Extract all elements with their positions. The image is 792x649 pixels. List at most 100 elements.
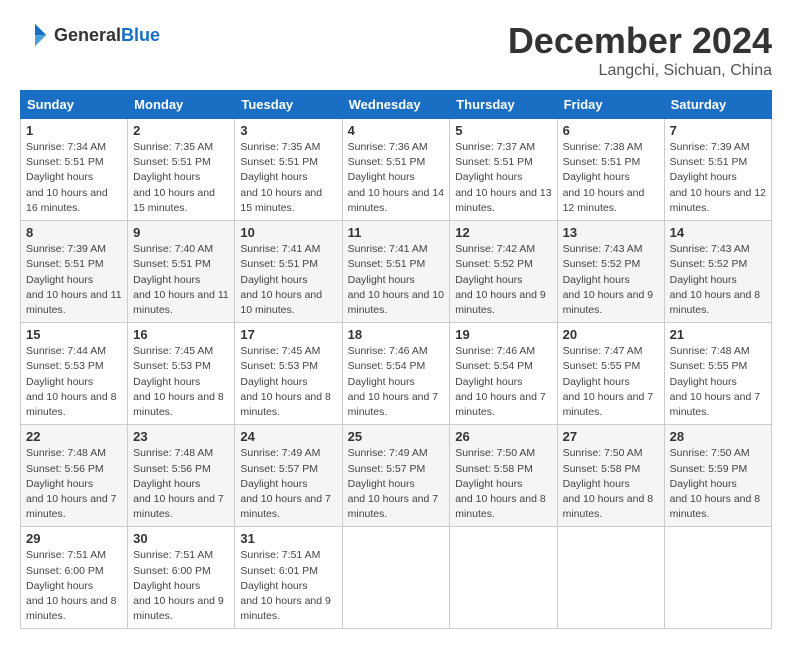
day-info: Sunrise: 7:34 AMSunset: 5:51 PMDaylight … <box>26 140 122 216</box>
day-number: 15 <box>26 327 122 342</box>
month-title: December 2024 <box>508 20 772 62</box>
logo-text: GeneralBlue <box>54 25 160 46</box>
calendar-cell: 11 Sunrise: 7:41 AMSunset: 5:51 PMDayligh… <box>342 221 450 323</box>
day-number: 29 <box>26 531 122 546</box>
day-number: 30 <box>133 531 229 546</box>
weekday-header-tuesday: Tuesday <box>235 91 342 119</box>
day-number: 5 <box>455 123 551 138</box>
day-number: 24 <box>240 429 336 444</box>
day-number: 8 <box>26 225 122 240</box>
day-info: Sunrise: 7:40 AMSunset: 5:51 PMDaylight … <box>133 242 229 318</box>
calendar-cell: 13 Sunrise: 7:43 AMSunset: 5:52 PMDayligh… <box>557 221 664 323</box>
calendar-cell: 27Sunrise: 7:50 AMSunset: 5:58 PMDayligh… <box>557 425 664 527</box>
calendar-cell: 15 Sunrise: 7:44 AMSunset: 5:53 PMDayligh… <box>21 323 128 425</box>
day-number: 3 <box>240 123 336 138</box>
weekday-header-sunday: Sunday <box>21 91 128 119</box>
day-number: 25 <box>348 429 445 444</box>
weekday-header-saturday: Saturday <box>664 91 771 119</box>
calendar-cell <box>557 527 664 629</box>
calendar-cell: 14Sunrise: 7:43 AMSunset: 5:52 PMDayligh… <box>664 221 771 323</box>
calendar-cell: 12 Sunrise: 7:42 AMSunset: 5:52 PMDayligh… <box>450 221 557 323</box>
calendar-week-3: 15 Sunrise: 7:44 AMSunset: 5:53 PMDayligh… <box>21 323 772 425</box>
calendar-week-2: 8Sunrise: 7:39 AMSunset: 5:51 PMDaylight… <box>21 221 772 323</box>
day-number: 23 <box>133 429 229 444</box>
day-info: Sunrise: 7:41 AMSunset: 5:51 PMDaylight … <box>348 242 445 318</box>
calendar-cell: 20 Sunrise: 7:47 AMSunset: 5:55 PMDayligh… <box>557 323 664 425</box>
day-info: Sunrise: 7:51 AMSunset: 6:00 PMDaylight … <box>26 548 122 624</box>
day-info: Sunrise: 7:38 AMSunset: 5:51 PMDaylight … <box>563 140 659 216</box>
calendar-cell: 9Sunrise: 7:40 AMSunset: 5:51 PMDaylight… <box>128 221 235 323</box>
day-number: 6 <box>563 123 659 138</box>
day-number: 12 <box>455 225 551 240</box>
page-header: GeneralBlue December 2024 Langchi, Sichu… <box>20 20 772 80</box>
day-info: Sunrise: 7:46 AMSunset: 5:54 PMDaylight … <box>348 344 445 420</box>
calendar-cell <box>664 527 771 629</box>
day-info: Sunrise: 7:47 AMSunset: 5:55 PMDaylight … <box>563 344 659 420</box>
calendar-cell: 31 Sunrise: 7:51 AMSunset: 6:01 PMDayligh… <box>235 527 342 629</box>
day-info: Sunrise: 7:42 AMSunset: 5:52 PMDaylight … <box>455 242 551 318</box>
calendar-cell: 3Sunrise: 7:35 AMSunset: 5:51 PMDaylight… <box>235 119 342 221</box>
day-info: Sunrise: 7:51 AMSunset: 6:01 PMDaylight … <box>240 548 336 624</box>
day-info: Sunrise: 7:49 AMSunset: 5:57 PMDaylight … <box>348 446 445 522</box>
calendar-cell: 25 Sunrise: 7:49 AMSunset: 5:57 PMDayligh… <box>342 425 450 527</box>
calendar-week-1: 1 Sunrise: 7:34 AMSunset: 5:51 PMDaylight… <box>21 119 772 221</box>
day-info: Sunrise: 7:48 AMSunset: 5:56 PMDaylight … <box>26 446 122 522</box>
calendar-cell: 28Sunrise: 7:50 AMSunset: 5:59 PMDayligh… <box>664 425 771 527</box>
day-info: Sunrise: 7:43 AMSunset: 5:52 PMDaylight … <box>563 242 659 318</box>
day-number: 18 <box>348 327 445 342</box>
calendar-week-5: 29 Sunrise: 7:51 AMSunset: 6:00 PMDayligh… <box>21 527 772 629</box>
day-number: 31 <box>240 531 336 546</box>
calendar-cell: 24Sunrise: 7:49 AMSunset: 5:57 PMDayligh… <box>235 425 342 527</box>
day-number: 14 <box>670 225 766 240</box>
calendar-cell: 10Sunrise: 7:41 AMSunset: 5:51 PMDayligh… <box>235 221 342 323</box>
day-info: Sunrise: 7:45 AMSunset: 5:53 PMDaylight … <box>133 344 229 420</box>
location-title: Langchi, Sichuan, China <box>508 62 772 80</box>
calendar-cell: 5Sunrise: 7:37 AMSunset: 5:51 PMDaylight… <box>450 119 557 221</box>
day-info: Sunrise: 7:44 AMSunset: 5:53 PMDaylight … <box>26 344 122 420</box>
calendar-cell: 18 Sunrise: 7:46 AMSunset: 5:54 PMDayligh… <box>342 323 450 425</box>
day-info: Sunrise: 7:39 AMSunset: 5:51 PMDaylight … <box>670 140 766 216</box>
day-number: 16 <box>133 327 229 342</box>
weekday-header-wednesday: Wednesday <box>342 91 450 119</box>
day-number: 11 <box>348 225 445 240</box>
day-info: Sunrise: 7:48 AMSunset: 5:55 PMDaylight … <box>670 344 766 420</box>
weekday-header-friday: Friday <box>557 91 664 119</box>
day-number: 7 <box>670 123 766 138</box>
calendar-cell: 2Sunrise: 7:35 AMSunset: 5:51 PMDaylight… <box>128 119 235 221</box>
day-info: Sunrise: 7:45 AMSunset: 5:53 PMDaylight … <box>240 344 336 420</box>
day-number: 17 <box>240 327 336 342</box>
calendar-cell: 29 Sunrise: 7:51 AMSunset: 6:00 PMDayligh… <box>21 527 128 629</box>
day-number: 13 <box>563 225 659 240</box>
day-number: 1 <box>26 123 122 138</box>
day-info: Sunrise: 7:48 AMSunset: 5:56 PMDaylight … <box>133 446 229 522</box>
calendar-cell <box>450 527 557 629</box>
logo-icon <box>20 20 50 50</box>
logo-general: General <box>54 25 121 45</box>
day-info: Sunrise: 7:51 AMSunset: 6:00 PMDaylight … <box>133 548 229 624</box>
calendar-cell <box>342 527 450 629</box>
calendar-cell: 19 Sunrise: 7:46 AMSunset: 5:54 PMDayligh… <box>450 323 557 425</box>
day-info: Sunrise: 7:46 AMSunset: 5:54 PMDaylight … <box>455 344 551 420</box>
calendar-week-4: 22Sunrise: 7:48 AMSunset: 5:56 PMDayligh… <box>21 425 772 527</box>
calendar-cell: 8Sunrise: 7:39 AMSunset: 5:51 PMDaylight… <box>21 221 128 323</box>
day-info: Sunrise: 7:50 AMSunset: 5:58 PMDaylight … <box>563 446 659 522</box>
weekday-header-row: SundayMondayTuesdayWednesdayThursdayFrid… <box>21 91 772 119</box>
day-info: Sunrise: 7:36 AMSunset: 5:51 PMDaylight … <box>348 140 445 216</box>
calendar-cell: 16 Sunrise: 7:45 AMSunset: 5:53 PMDayligh… <box>128 323 235 425</box>
day-number: 4 <box>348 123 445 138</box>
day-info: Sunrise: 7:41 AMSunset: 5:51 PMDaylight … <box>240 242 336 318</box>
logo: GeneralBlue <box>20 20 160 50</box>
calendar-cell: 26 Sunrise: 7:50 AMSunset: 5:58 PMDayligh… <box>450 425 557 527</box>
calendar-cell: 7 Sunrise: 7:39 AMSunset: 5:51 PMDaylight… <box>664 119 771 221</box>
logo-blue: Blue <box>121 25 160 45</box>
day-number: 21 <box>670 327 766 342</box>
calendar-cell: 4 Sunrise: 7:36 AMSunset: 5:51 PMDaylight… <box>342 119 450 221</box>
day-number: 26 <box>455 429 551 444</box>
day-number: 19 <box>455 327 551 342</box>
day-number: 20 <box>563 327 659 342</box>
day-info: Sunrise: 7:35 AMSunset: 5:51 PMDaylight … <box>133 140 229 216</box>
weekday-header-monday: Monday <box>128 91 235 119</box>
calendar-cell: 6 Sunrise: 7:38 AMSunset: 5:51 PMDaylight… <box>557 119 664 221</box>
day-info: Sunrise: 7:50 AMSunset: 5:58 PMDaylight … <box>455 446 551 522</box>
calendar-cell: 17 Sunrise: 7:45 AMSunset: 5:53 PMDayligh… <box>235 323 342 425</box>
